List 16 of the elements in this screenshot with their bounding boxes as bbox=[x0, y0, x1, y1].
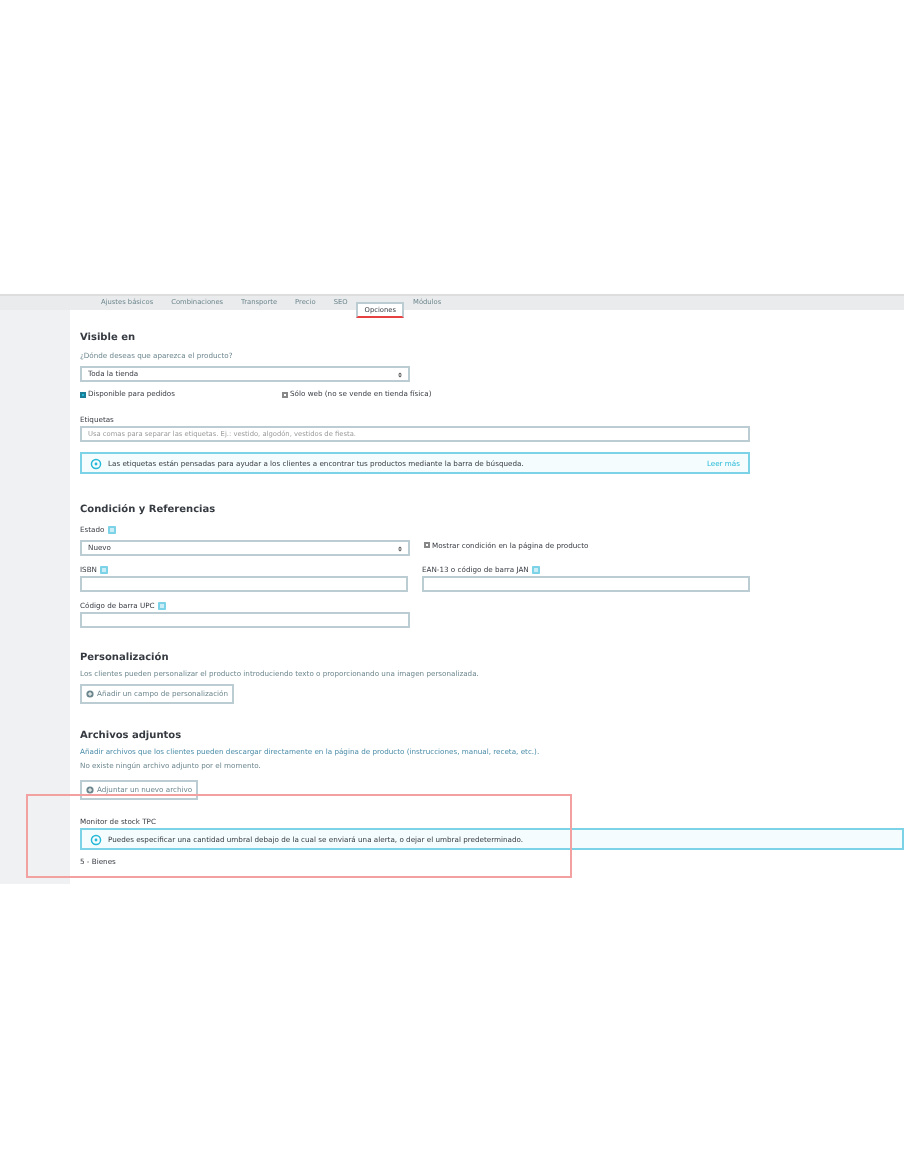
help-icon bbox=[157, 602, 166, 610]
isbn-field[interactable] bbox=[80, 576, 408, 592]
ean-field[interactable] bbox=[422, 576, 750, 592]
plus-icon bbox=[86, 690, 94, 698]
checkbox[interactable] bbox=[424, 542, 430, 548]
info-icon bbox=[90, 833, 102, 845]
upc-field[interactable] bbox=[80, 612, 410, 628]
checkbox[interactable] bbox=[282, 391, 288, 397]
help-icon bbox=[531, 566, 540, 574]
checkbox[interactable] bbox=[80, 391, 86, 397]
help-icon bbox=[107, 526, 116, 534]
plus-icon bbox=[86, 786, 94, 794]
caret-icon bbox=[398, 545, 402, 551]
help-icon bbox=[100, 566, 108, 574]
info-icon bbox=[90, 457, 102, 469]
caret-icon bbox=[398, 371, 402, 377]
